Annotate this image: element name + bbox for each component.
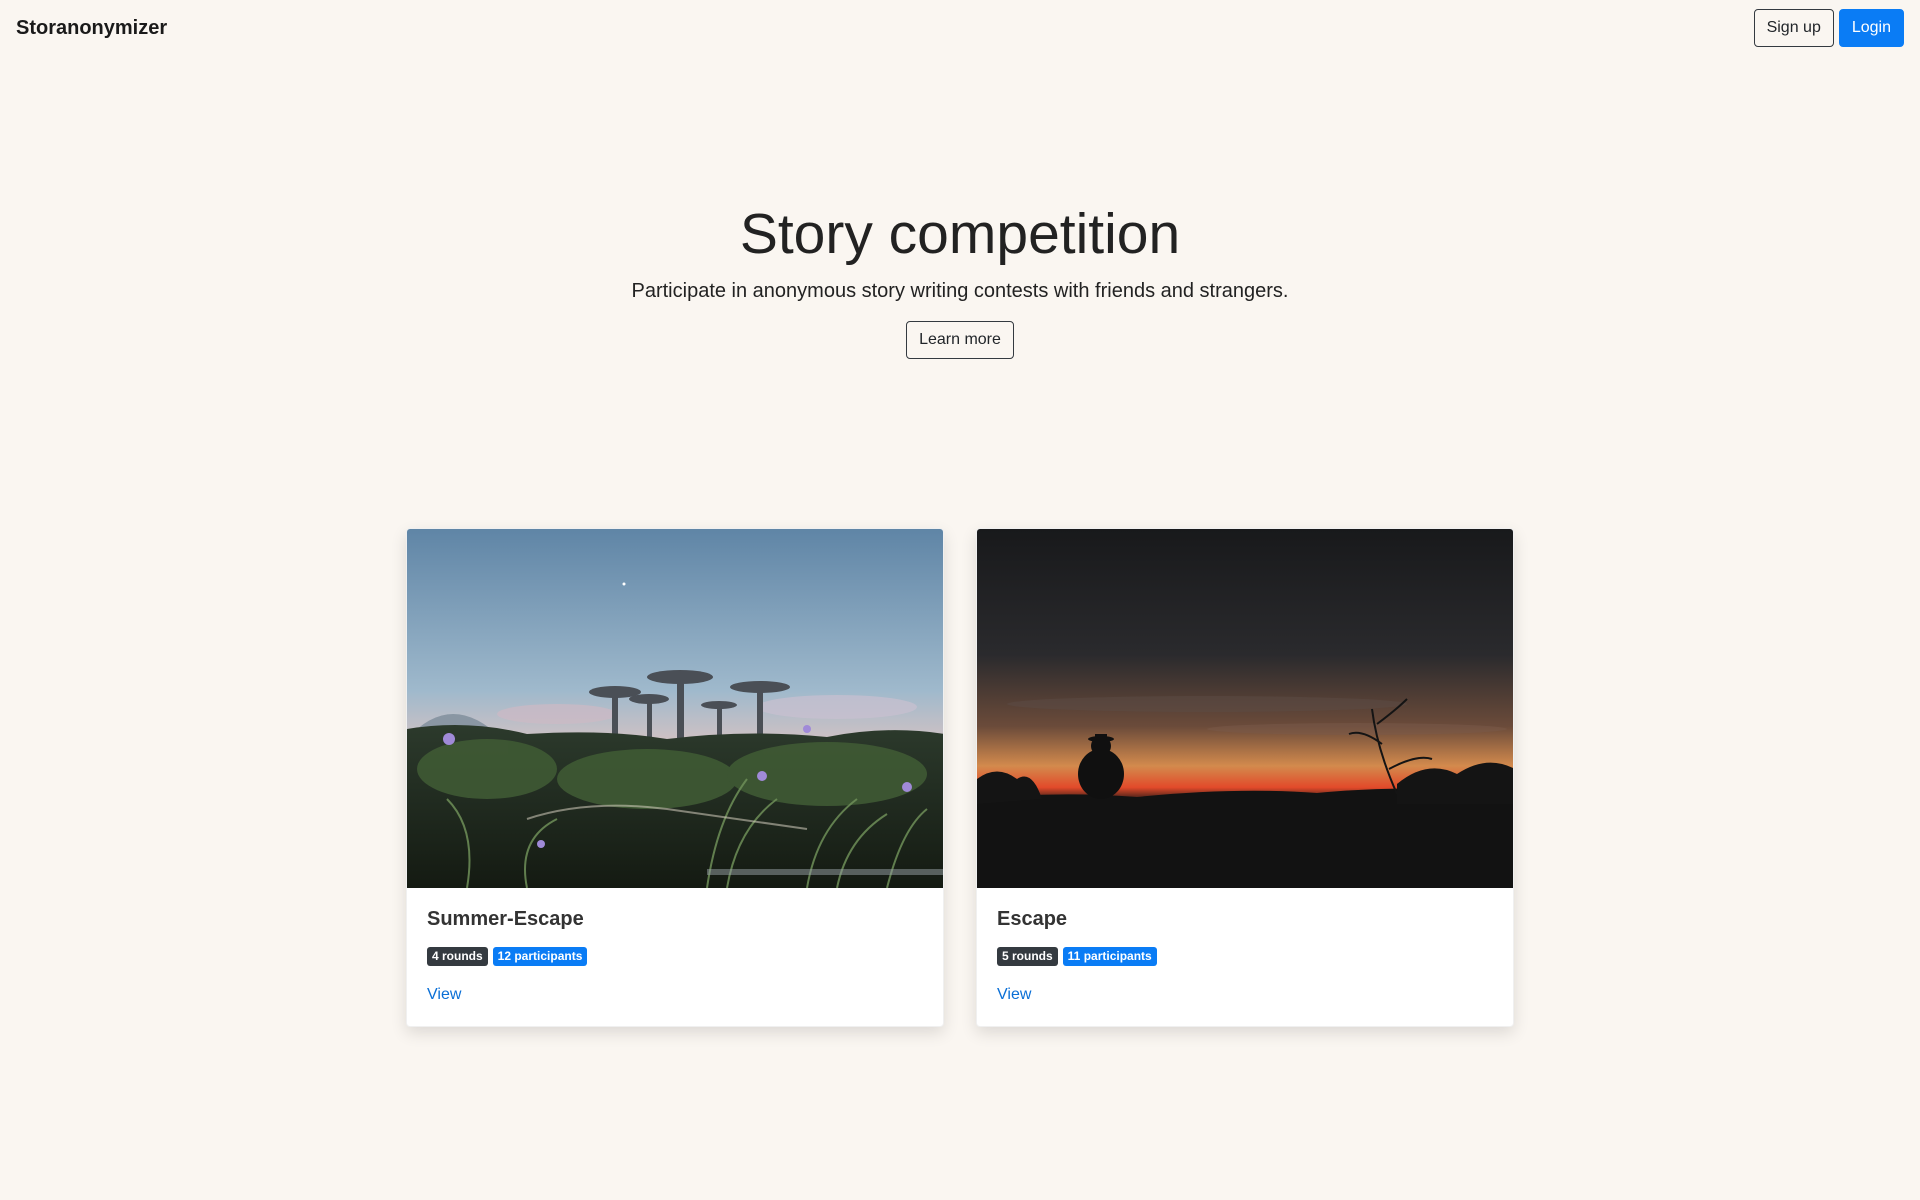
navbar: Storanonymizer Sign up Login xyxy=(0,0,1920,56)
signup-button[interactable]: Sign up xyxy=(1753,9,1834,47)
competition-card: Escape 5 rounds 11 participants View xyxy=(976,528,1514,1027)
card-image-sunset[interactable] xyxy=(977,529,1514,888)
card-badges: 4 rounds 12 participants xyxy=(427,947,923,966)
page-title: Story competition xyxy=(739,202,1181,266)
login-button[interactable]: Login xyxy=(1838,9,1904,47)
view-link[interactable]: View xyxy=(997,986,1031,1004)
rounds-badge: 5 rounds xyxy=(997,947,1058,966)
nav-actions: Sign up Login xyxy=(1753,9,1904,47)
card-title: Escape xyxy=(997,908,1068,930)
rounds-badge: 4 rounds xyxy=(427,947,488,966)
participants-badge: 12 participants xyxy=(492,947,588,966)
card-image-gardens[interactable] xyxy=(407,529,944,888)
competition-card: Summer-Escape 4 rounds 12 participants V… xyxy=(406,528,944,1027)
card-body: Escape 5 rounds 11 participants View xyxy=(977,888,1513,1026)
competition-cards: Summer-Escape 4 rounds 12 participants V… xyxy=(406,528,1514,1027)
card-badges: 5 rounds 11 participants xyxy=(997,947,1493,966)
brand-logo[interactable]: Storanonymizer xyxy=(16,17,167,40)
card-body: Summer-Escape 4 rounds 12 participants V… xyxy=(407,888,943,1026)
view-link[interactable]: View xyxy=(427,986,461,1004)
card-title: Summer-Escape xyxy=(427,908,584,930)
learn-more-button[interactable]: Learn more xyxy=(906,321,1014,359)
hero: Story competition Participate in anonymo… xyxy=(0,196,1920,359)
participants-badge: 11 participants xyxy=(1062,947,1157,966)
hero-lead: Participate in anonymous story writing c… xyxy=(631,280,1289,302)
